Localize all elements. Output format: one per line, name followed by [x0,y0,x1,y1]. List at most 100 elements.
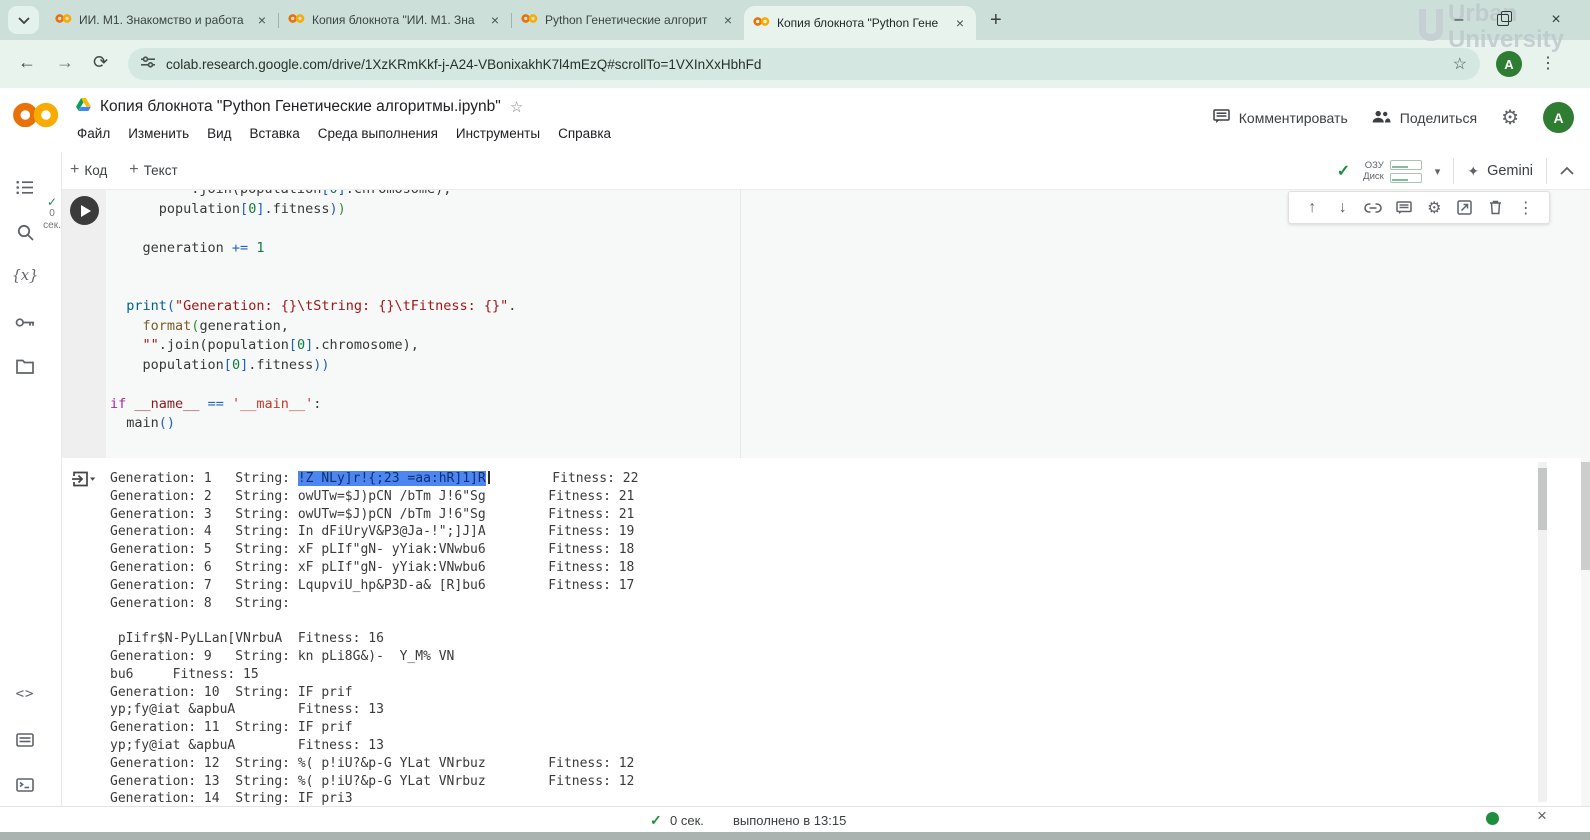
menu-item-изменить[interactable]: Изменить [119,126,198,141]
watermark-logo [1419,9,1443,41]
window-close-button[interactable]: × [1545,9,1567,31]
editor-divider [740,190,741,458]
page-scrollbar-thumb[interactable] [1581,462,1590,570]
gemini-button[interactable]: ✦ Gemini [1467,163,1533,180]
browser-tab[interactable]: Копия блокнота "ИИ. М1. Зна× [279,0,511,40]
back-button[interactable]: ← [18,52,36,73]
browser-tab[interactable]: ИИ. М1. Знакомство и работа× [46,0,278,40]
output-line [110,612,638,630]
close-output-button[interactable]: × [1537,806,1547,826]
menu-item-вид[interactable]: Вид [198,126,240,141]
cell-gutter [62,190,106,458]
move-down-icon[interactable]: ↓ [1332,197,1354,219]
output-scrollbar-thumb[interactable] [1538,468,1547,530]
output-line: Generation: 6 String: xF pLIf"gN- yYiak:… [110,559,638,577]
menu-item-файл[interactable]: Файл [68,126,119,141]
run-cell-button[interactable] [70,196,99,225]
delete-icon[interactable] [1484,197,1506,219]
tab-title: Python Генетические алгорит [545,13,714,27]
disk-usage-bar [1390,173,1422,183]
code-line: if __name__ == '__main__': [110,395,516,415]
runtime-dropdown-icon[interactable]: ▾ [1435,165,1441,178]
output-line: Generation: 11 String: IF prif [110,719,638,737]
share-button[interactable]: Поделиться [1372,110,1477,126]
browser-tab[interactable]: Python Генетические алгорит × [512,0,744,40]
bookmark-star-icon[interactable]: ☆ [1453,54,1467,74]
colab-user-avatar[interactable]: A [1543,102,1574,133]
plus-icon: + [129,161,138,179]
site-info-icon[interactable] [141,55,155,73]
comment-button[interactable]: Комментировать [1213,109,1348,127]
colab-favicon-icon [753,14,770,32]
terminal-icon[interactable] [12,772,38,798]
reload-button[interactable]: ⟳ [93,52,108,73]
browser-profile-avatar[interactable]: A [1496,51,1522,77]
gemini-star-icon: ✦ [1467,163,1479,180]
code-editor[interactable]: .join(population[0].chromosome), populat… [110,190,516,434]
variables-icon[interactable]: {x} [12,263,38,289]
tab-close-icon[interactable]: × [488,12,502,28]
menu-item-справка[interactable]: Справка [549,126,620,141]
output-scrollbar[interactable] [1538,462,1547,802]
tab-search-button[interactable] [8,6,39,34]
comment-icon[interactable] [1393,197,1415,219]
page-scrollbar[interactable] [1581,190,1590,806]
open-in-window-icon[interactable] [1454,197,1476,219]
resources-widget[interactable]: ОЗУ Диск [1363,160,1422,183]
window-restore-button[interactable] [1492,9,1514,31]
forward-button[interactable]: → [56,52,74,73]
colab-header: Копия блокнота "Python Генетические алго… [0,88,1590,152]
link-icon[interactable] [1362,197,1384,219]
command-palette-icon[interactable] [12,727,38,753]
table-of-contents-icon[interactable] [12,174,38,200]
new-tab-button[interactable]: + [990,9,1002,32]
status-green-dot [1486,812,1499,825]
menu-item-вставка[interactable]: Вставка [241,126,309,141]
add-code-cell-button[interactable]: + Код [70,161,107,179]
star-notebook-icon[interactable]: ☆ [510,98,523,116]
settings-gear-icon[interactable]: ⚙ [1501,105,1519,130]
more-icon[interactable]: ⋮ [1515,197,1537,219]
output-line: yp;fy@iat &apbuA Fitness: 13 [110,701,638,719]
header-actions: Комментировать Поделиться ⚙ A [1213,102,1574,133]
browser-menu-icon[interactable]: ⋮ [1540,53,1556,73]
url-text[interactable]: colab.research.google.com/drive/1XzKRmKk… [166,57,1453,72]
selected-text: !Z NLy]r!{;23 =aa:hR]1]R [298,471,486,486]
tab-close-icon[interactable]: × [953,15,967,31]
files-icon[interactable] [12,353,38,379]
add-text-cell-button[interactable]: + Текст [129,161,177,179]
tab-close-icon[interactable]: × [255,12,269,28]
menu-item-инструменты[interactable]: Инструменты [447,126,549,141]
browser-toolbar: ← → ⟳ colab.research.google.com/drive/1X… [0,40,1590,88]
collapse-sections-icon[interactable] [1560,167,1574,175]
code-cell: .join(population[0].chromosome), populat… [62,190,1590,458]
output-line: Generation: 10 String: IF prif [110,684,638,702]
drive-icon [76,98,91,116]
cell-execution-badge: ✓ 0 сек. [41,196,63,232]
output-actions-icon[interactable] [72,470,96,493]
window-minimize-button[interactable]: – [1448,9,1470,31]
share-people-icon [1372,110,1391,126]
output-line: pIifr$N-PyLLan[VNrbuA Fitness: 16 [110,630,638,648]
code-line: print("Generation: {}\tString: {}\tFitne… [110,297,516,317]
connected-check-icon: ✓ [1337,161,1350,181]
settings-icon[interactable]: ⚙ [1423,197,1445,219]
code-line [110,258,516,278]
search-icon[interactable] [12,219,38,245]
notebook-title[interactable]: Копия блокнота "Python Генетические алго… [100,98,501,116]
left-sidebar: {x} <> [0,152,62,806]
output-line: Generation: 4 String: In dFiUryV&P3@Ja-!… [110,523,638,541]
browser-tab[interactable]: Копия блокнота "Python Гене× [744,6,976,40]
secrets-icon[interactable] [12,309,38,335]
ram-label: ОЗУ [1363,160,1384,171]
move-up-icon[interactable]: ↑ [1301,197,1323,219]
code-line: "".join(population[0].chromosome), [110,336,516,356]
ram-usage-bar [1390,160,1422,170]
menu-bar: ФайлИзменитьВидВставкаСреда выполненияИн… [68,126,620,141]
menu-item-среда-выполнения[interactable]: Среда выполнения [309,126,447,141]
code-snippets-icon[interactable]: <> [12,681,38,707]
colab-logo[interactable] [12,100,60,135]
tab-close-icon[interactable]: × [721,12,735,28]
cell-toolbar: ↑ ↓ ⚙ ⋮ [1288,191,1550,224]
address-bar[interactable]: colab.research.google.com/drive/1XzKRmKk… [128,48,1480,80]
